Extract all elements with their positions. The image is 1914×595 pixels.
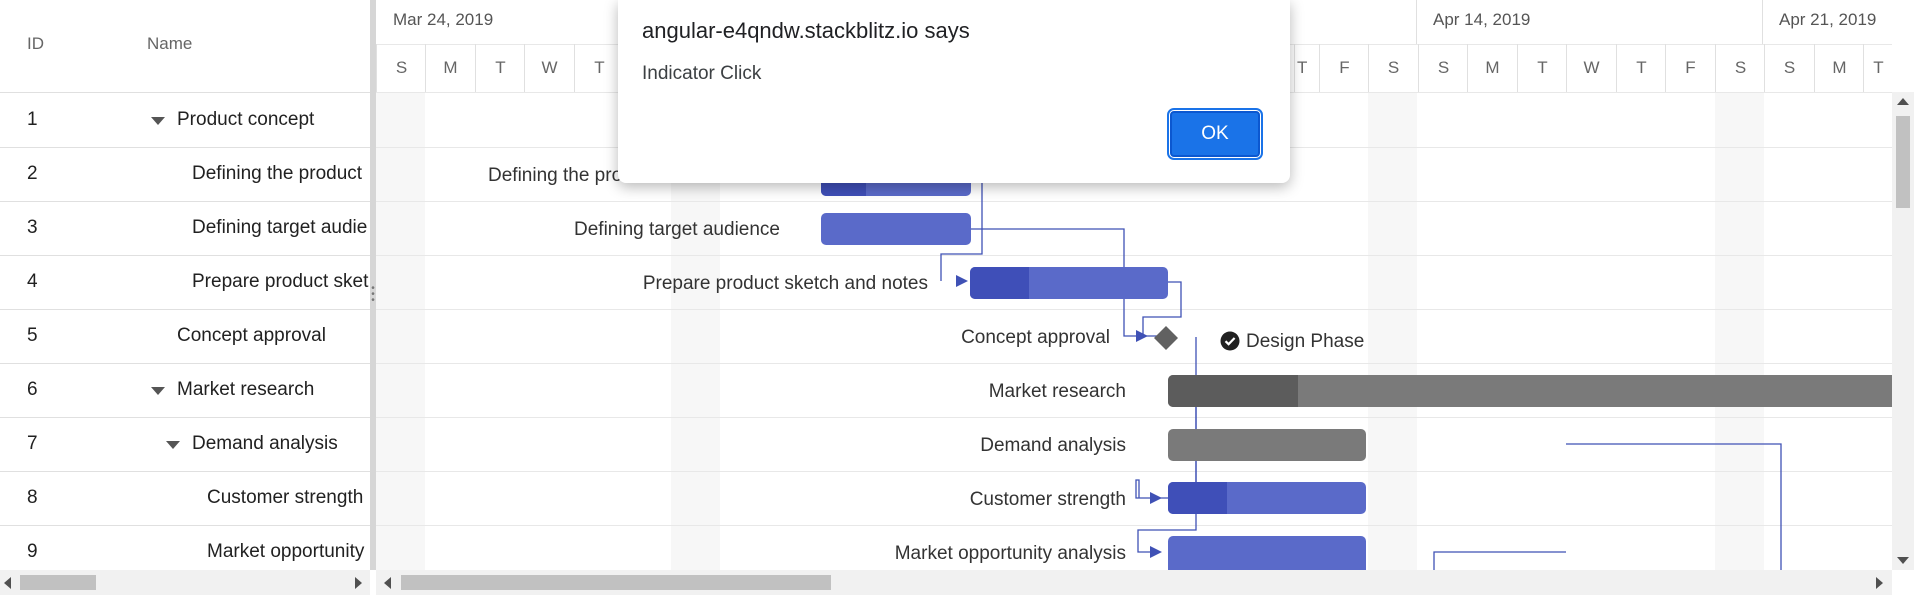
chart-scroll-thumb[interactable] [401, 575, 831, 590]
grid-horizontal-scrollbar[interactable] [0, 570, 370, 595]
grid-row[interactable]: 1 Product concept [0, 93, 370, 148]
name-column-header[interactable]: Name [147, 34, 192, 54]
row-id: 2 [27, 163, 38, 184]
task-label: Prepare product sketch and notes [642, 273, 928, 294]
grid-scroll-thumb[interactable] [20, 575, 96, 590]
grid-row[interactable]: 5 Concept approval [0, 309, 370, 364]
row-name: Concept approval [177, 325, 326, 346]
grid-row[interactable]: 2 Defining the product [0, 147, 370, 202]
row-name: Demand analysis [192, 433, 338, 454]
grid-row[interactable]: 7 Demand analysis [0, 417, 370, 472]
task-progress [1168, 375, 1299, 407]
task-grid: ID Name 1 Product concept 2 Defining the… [0, 0, 370, 570]
task-label: Market opportunity analysis [894, 543, 1126, 564]
scroll-left-arrow-icon[interactable] [4, 577, 11, 589]
collapse-caret-icon[interactable] [151, 117, 165, 125]
grid-row[interactable]: 6 Market research [0, 363, 370, 418]
grid-row[interactable]: 8 Customer strength [0, 471, 370, 526]
scroll-down-arrow-icon[interactable] [1897, 557, 1909, 564]
collapse-caret-icon[interactable] [151, 387, 165, 395]
row-id: 8 [27, 487, 38, 508]
row-id: 7 [27, 433, 38, 454]
grid-header: ID Name [0, 0, 370, 93]
task-label: Demand analysis [980, 435, 1126, 456]
dialog-title: angular-e4qndw.stackblitz.io says [642, 18, 970, 43]
task-label: Defining target audience [574, 219, 780, 240]
alert-dialog: angular-e4qndw.stackblitz.io says Indica… [618, 0, 1290, 183]
row-id: 9 [27, 541, 38, 562]
row-name: Defining the product [192, 163, 363, 184]
task-progress [970, 267, 1030, 299]
grid-row[interactable]: 4 Prepare product sket [0, 255, 370, 310]
task-bar-defining-audience[interactable] [821, 213, 971, 245]
splitter-grip-icon[interactable]: • • • [371, 284, 375, 310]
task-bar-market-opportunity[interactable] [1168, 536, 1366, 570]
row-name: Market research [177, 379, 315, 400]
scroll-right-arrow-icon[interactable] [355, 577, 362, 589]
summary-bar-market-research[interactable] [1168, 375, 1892, 407]
row-name: Product concept [177, 109, 315, 130]
scroll-left-arrow-icon[interactable] [384, 577, 391, 589]
row-id: 4 [27, 271, 38, 292]
row-name: Prepare product sket [192, 271, 369, 292]
task-label: Customer strength [969, 489, 1126, 510]
vertical-scroll-thumb[interactable] [1896, 116, 1910, 208]
vertical-scrollbar[interactable] [1892, 92, 1914, 570]
scroll-up-arrow-icon[interactable] [1897, 98, 1909, 105]
summary-bar-demand-analysis[interactable] [1168, 429, 1366, 461]
scroll-right-arrow-icon[interactable] [1876, 577, 1883, 589]
row-id: 3 [27, 217, 38, 238]
row-id: 6 [27, 379, 38, 400]
row-name: Market opportunity [207, 541, 365, 562]
row-name: Defining target audie [192, 217, 368, 238]
dialog-message: Indicator Click [642, 63, 762, 84]
task-bar-customer-strength[interactable] [1168, 482, 1366, 514]
check-circle-icon [1220, 331, 1240, 351]
task-label: Concept approval [961, 327, 1110, 348]
task-label: Market research [988, 381, 1126, 402]
row-id: 5 [27, 325, 38, 346]
ok-button[interactable]: OK [1167, 108, 1263, 160]
indicator-label: Design Phase [1246, 331, 1365, 352]
chart-horizontal-scrollbar[interactable] [376, 570, 1892, 595]
task-progress [1168, 482, 1228, 514]
row-name: Customer strength [207, 487, 364, 508]
milestone-diamond[interactable] [1151, 323, 1181, 353]
task-bar-prepare-sketch[interactable] [970, 267, 1168, 299]
id-column-header[interactable]: ID [27, 34, 44, 54]
grid-row[interactable]: 3 Defining target audie [0, 201, 370, 256]
collapse-caret-icon[interactable] [166, 441, 180, 449]
row-id: 1 [27, 109, 38, 130]
grid-row[interactable]: 9 Market opportunity [0, 525, 370, 570]
